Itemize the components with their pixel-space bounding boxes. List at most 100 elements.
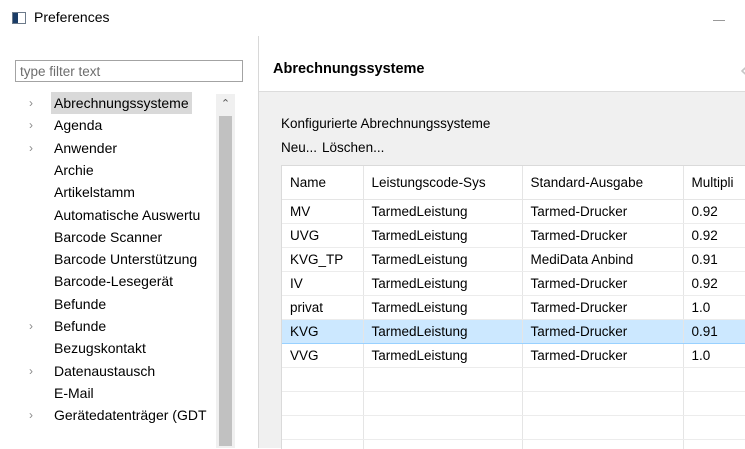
new-link[interactable]: Neu... (281, 140, 317, 155)
table-cell: Tarmed-Drucker (522, 344, 683, 368)
table-row[interactable]: KVGTarmedLeistungTarmed-Drucker0.91 (282, 320, 745, 344)
minimize-button[interactable] (705, 4, 735, 32)
table-cell: TarmedLeistung (363, 200, 522, 224)
tree-item-label: Anwender (51, 137, 120, 159)
tree-scrollbar[interactable]: ⌃ (216, 94, 235, 448)
table-cell: TarmedLeistung (363, 296, 522, 320)
tree-item[interactable]: Barcode Scanner (15, 226, 216, 248)
empty-cell (282, 368, 363, 392)
table-cell: 0.92 (683, 272, 745, 296)
table-cell: Tarmed-Drucker (522, 224, 683, 248)
scroll-thumb[interactable] (219, 116, 232, 446)
table-row[interactable]: MVTarmedLeistungTarmed-Drucker0.92 (282, 200, 745, 224)
tree-item[interactable]: › Agenda (15, 114, 216, 136)
tree-item[interactable]: Artikelstamm (15, 181, 216, 203)
tree-item[interactable]: › Datenaustausch (15, 360, 216, 382)
table-cell: 0.92 (683, 200, 745, 224)
table-cell: TarmedLeistung (363, 248, 522, 272)
tree-item-label: Befunde (51, 293, 109, 315)
table-row[interactable]: privatTarmedLeistungTarmed-Drucker1.0 (282, 296, 745, 320)
table-cell: 1.0 (683, 344, 745, 368)
empty-cell (522, 392, 683, 416)
table-cell: privat (282, 296, 363, 320)
tree-item[interactable]: Bezugskontakt (15, 337, 216, 359)
filter-input[interactable] (16, 61, 242, 81)
table-cell: Tarmed-Drucker (522, 296, 683, 320)
table-cell: IV (282, 272, 363, 296)
tree-item-label: Barcode Unterstützung (51, 248, 200, 270)
tree-item[interactable]: E-Mail (15, 382, 216, 404)
table-cell: 0.91 (683, 248, 745, 272)
tree-item-label: Befunde (51, 315, 109, 337)
empty-cell (282, 392, 363, 416)
tree-item-label: Barcode-Lesegerät (51, 270, 176, 292)
tree-item-label: Bezugskontakt (51, 337, 149, 359)
tree-item[interactable]: › Anwender (15, 137, 216, 159)
table-header-row: NameLeistungscode-SysStandard-AusgabeMul… (282, 166, 745, 200)
chevron-right-icon[interactable]: › (29, 137, 39, 159)
table-cell: UVG (282, 224, 363, 248)
table-cell: TarmedLeistung (363, 344, 522, 368)
tree-item[interactable]: Barcode-Lesegerät (15, 270, 216, 292)
table-cell: 0.92 (683, 224, 745, 248)
tree-item[interactable]: › Befunde (15, 315, 216, 337)
tree-item[interactable]: Archie (15, 159, 216, 181)
empty-row (282, 416, 745, 440)
empty-cell (522, 416, 683, 440)
column-header[interactable]: Name (282, 166, 363, 200)
table-cell: 0.91 (683, 320, 745, 344)
tree-item-label: Agenda (51, 114, 105, 136)
empty-cell (683, 368, 745, 392)
column-header[interactable]: Leistungscode-Sys (363, 166, 522, 200)
chevron-right-icon[interactable]: › (29, 404, 39, 426)
tree-item-label: Gerätedatenträger (GDT (51, 404, 210, 426)
chevron-right-icon[interactable]: › (29, 315, 39, 337)
app-window-icon (12, 12, 26, 24)
page-title: Abrechnungssysteme (273, 61, 425, 77)
empty-cell (363, 416, 522, 440)
table-cell: MV (282, 200, 363, 224)
column-header[interactable]: Multipli (683, 166, 745, 200)
tree-item-label: E-Mail (51, 382, 97, 404)
empty-cell (522, 368, 683, 392)
page-content: Konfigurierte Abrechnungssysteme Neu... L… (259, 92, 745, 448)
tree-item[interactable]: › Gerätedatenträger (GDT (15, 404, 216, 426)
table-row[interactable]: VVGTarmedLeistungTarmed-Drucker1.0 (282, 344, 745, 368)
empty-cell (683, 416, 745, 440)
table-cell: Tarmed-Drucker (522, 272, 683, 296)
table-cell: TarmedLeistung (363, 224, 522, 248)
tree-item-label: Datenaustausch (51, 360, 158, 382)
empty-cell (282, 416, 363, 440)
title-bar: Preferences (0, 0, 745, 37)
table-cell: MediData Anbind (522, 248, 683, 272)
empty-cell (363, 392, 522, 416)
column-header[interactable]: Standard-Ausgabe (522, 166, 683, 200)
table-cell: KVG_TP (282, 248, 363, 272)
empty-cell (363, 368, 522, 392)
chevron-right-icon[interactable]: › (29, 360, 39, 382)
chevron-left-icon[interactable]: ‹ (739, 56, 745, 84)
table-cell: Tarmed-Drucker (522, 320, 683, 344)
tree-item-label: Archie (51, 159, 97, 181)
table-cell: 1.0 (683, 296, 745, 320)
tree-item[interactable]: Befunde (15, 293, 216, 315)
section-label: Konfigurierte Abrechnungssysteme (281, 116, 490, 131)
filter-box (15, 60, 243, 82)
table-cell: TarmedLeistung (363, 272, 522, 296)
table-row[interactable]: KVG_TPTarmedLeistungMediData Anbind0.91 (282, 248, 745, 272)
window-title: Preferences (34, 9, 109, 25)
empty-row (282, 368, 745, 392)
chevron-right-icon[interactable]: › (29, 92, 39, 114)
delete-link[interactable]: Löschen... (322, 140, 384, 155)
chevron-up-icon[interactable]: ⌃ (216, 94, 235, 114)
tree-item[interactable]: ›Abrechnungssysteme (15, 92, 216, 114)
preference-page: Abrechnungssysteme ‹ Konfigurierte Abrec… (259, 36, 745, 448)
tree-item[interactable]: Automatische Auswertu (15, 204, 216, 226)
table-cell: TarmedLeistung (363, 320, 522, 344)
table-row[interactable]: UVGTarmedLeistungTarmed-Drucker0.92 (282, 224, 745, 248)
tree-item-label: Automatische Auswertu (51, 204, 203, 226)
tree-item[interactable]: Barcode Unterstützung (15, 248, 216, 270)
table-row[interactable]: IVTarmedLeistungTarmed-Drucker0.92 (282, 272, 745, 296)
page-header: Abrechnungssysteme ‹ (259, 49, 745, 92)
chevron-right-icon[interactable]: › (29, 114, 39, 136)
